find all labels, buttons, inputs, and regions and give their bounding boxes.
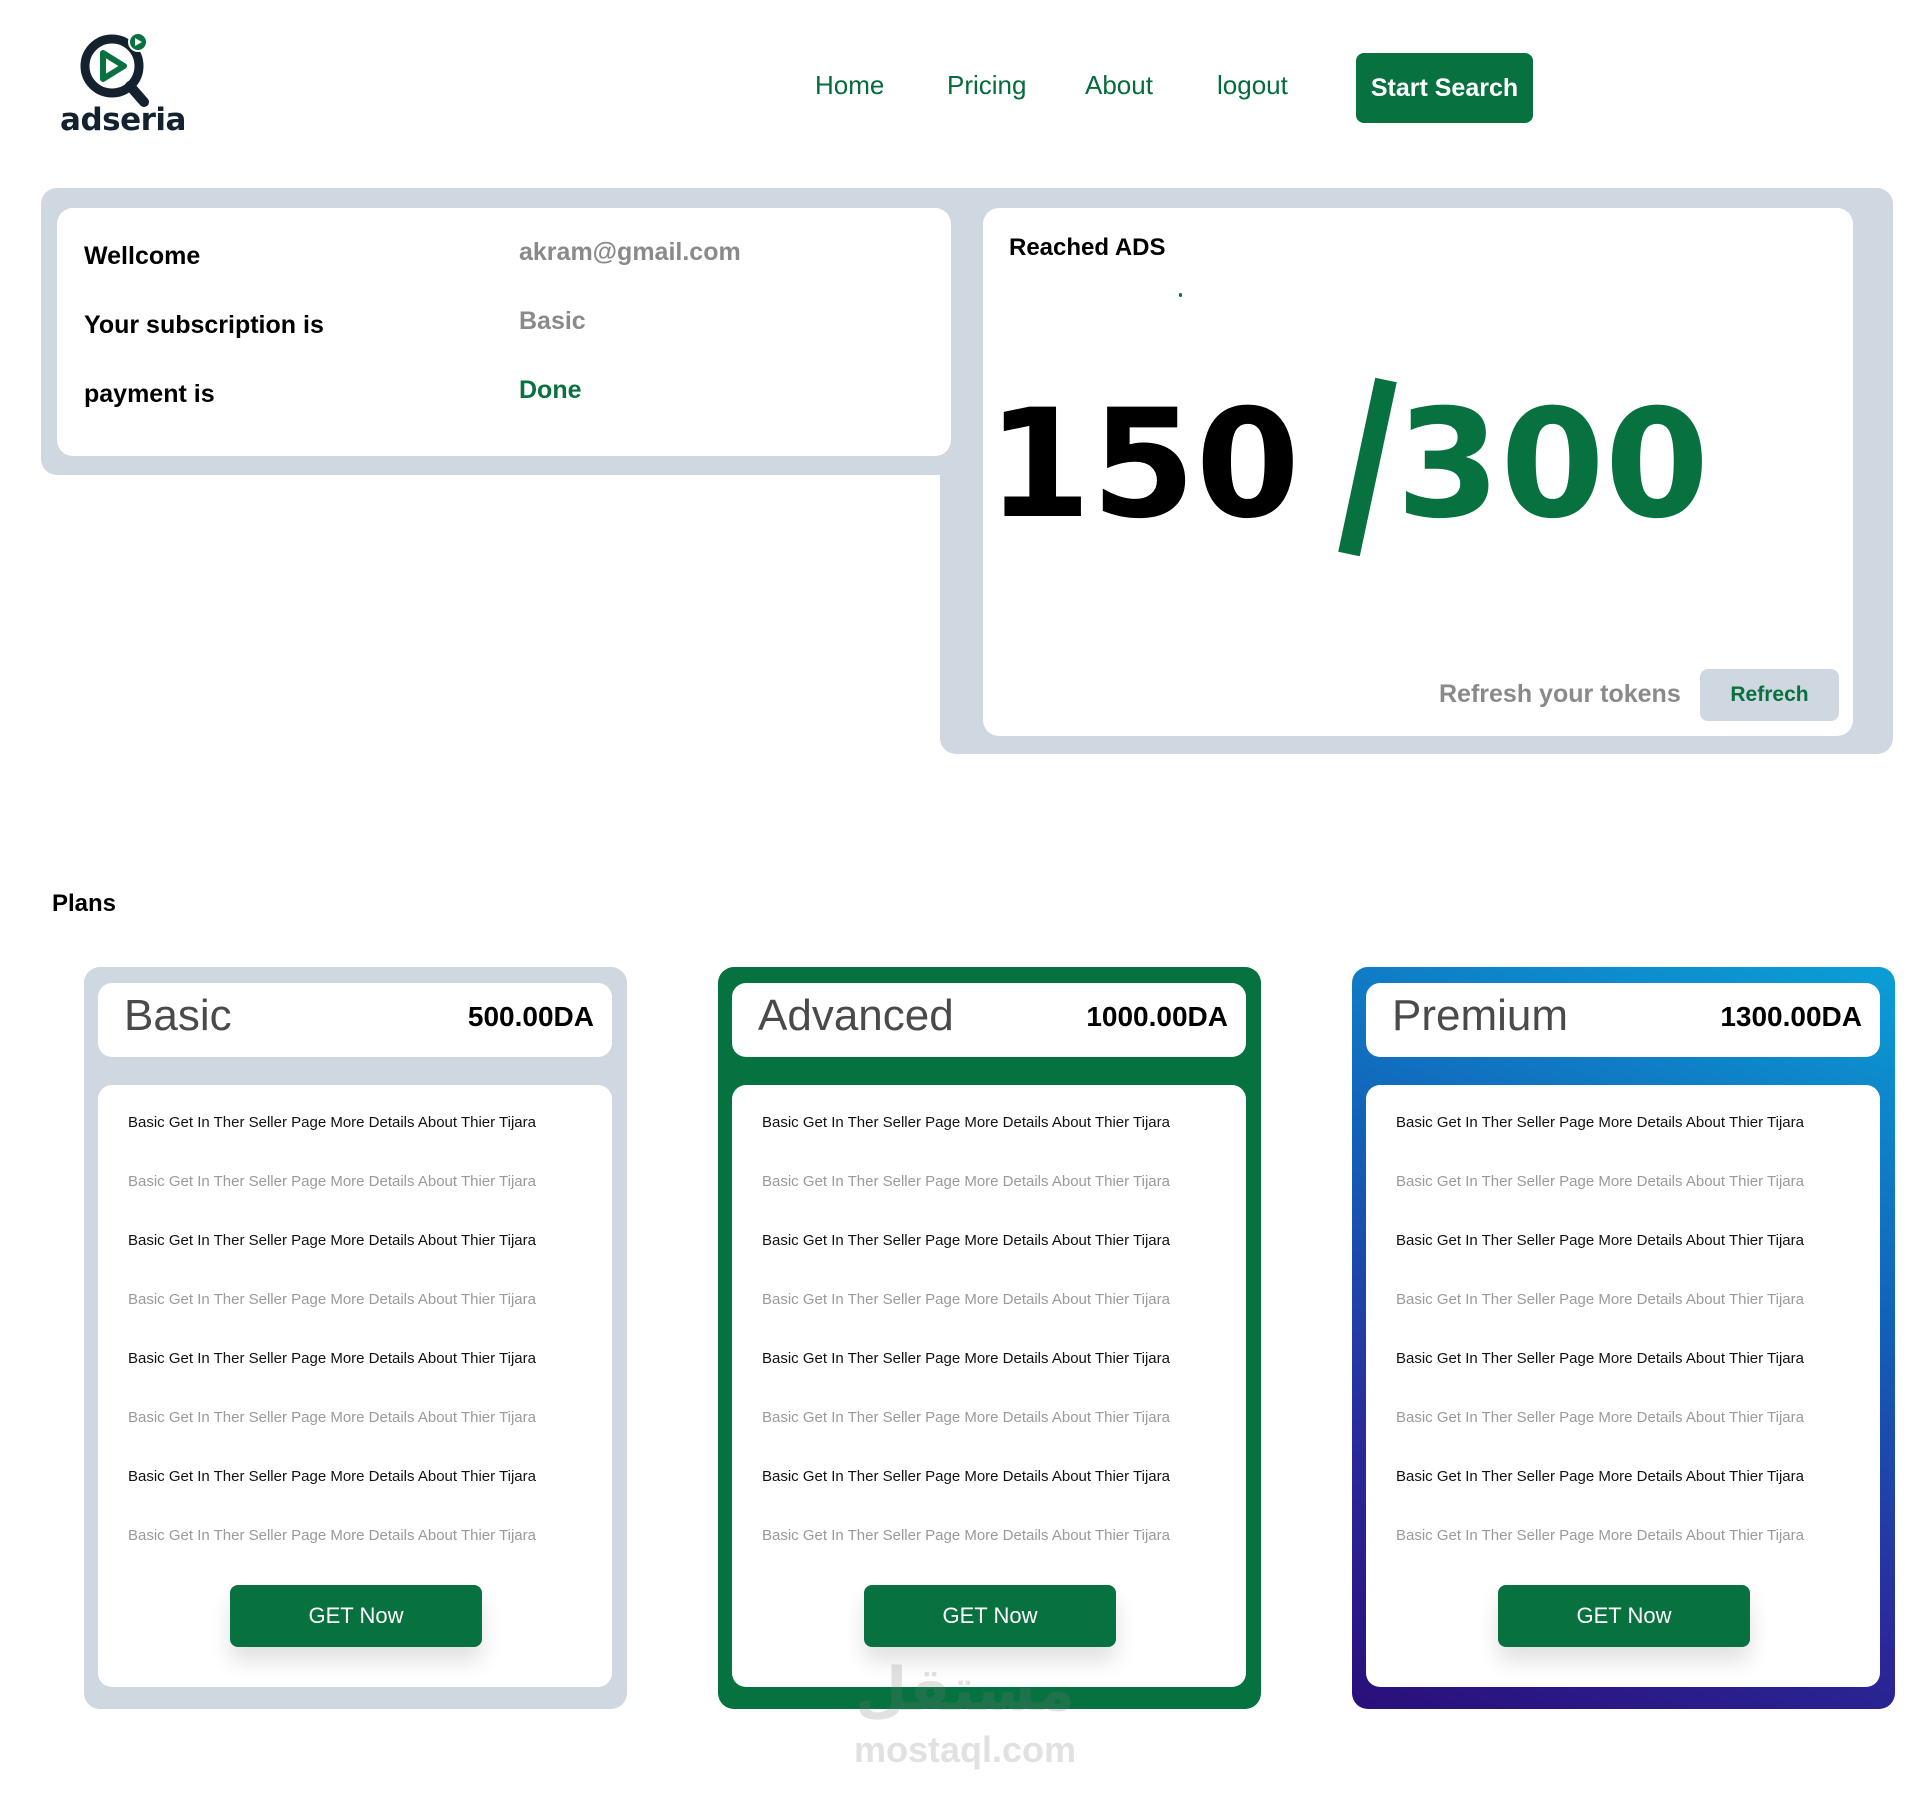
nav-pricing-link[interactable]: Pricing <box>947 70 1026 101</box>
get-now-button-premium[interactable]: GET Now <box>1498 1585 1750 1647</box>
plan-body: Basic Get In Ther Seller Page More Detai… <box>732 1085 1246 1687</box>
plan-name: Premium <box>1392 991 1569 1040</box>
nav-logout-link[interactable]: logout <box>1217 70 1288 101</box>
feature-item: Basic Get In Ther Seller Page More Detai… <box>1396 1527 1804 1544</box>
plan-price: 500.00DA <box>467 1001 594 1032</box>
feature-item: Basic Get In Ther Seller Page More Detai… <box>1396 1232 1804 1249</box>
feature-item: Basic Get In Ther Seller Page More Detai… <box>762 1232 1170 1249</box>
watermark: مستقل mostaql.com <box>840 1655 1090 1775</box>
feature-item: Basic Get In Ther Seller Page More Detai… <box>128 1232 536 1249</box>
ads-counter: 150 300 <box>987 377 1709 556</box>
ads-separator-slash <box>1338 377 1397 556</box>
feature-item: Basic Get In Ther Seller Page More Detai… <box>128 1468 536 1485</box>
nav-about-link[interactable]: About <box>1085 70 1153 101</box>
feature-item: Basic Get In Ther Seller Page More Detai… <box>1396 1350 1804 1367</box>
feature-list: Basic Get In Ther Seller Page More Detai… <box>1396 1111 1826 1583</box>
nav-home-link[interactable]: Home <box>815 70 884 101</box>
reached-ads-card: Reached ADS 150 300 Refresh your tokens … <box>983 208 1853 736</box>
feature-item: Basic Get In Ther Seller Page More Detai… <box>762 1468 1170 1485</box>
start-search-button[interactable]: Start Search <box>1356 53 1533 123</box>
get-now-button-advanced[interactable]: GET Now <box>864 1585 1116 1647</box>
payment-status: Done <box>519 376 582 404</box>
feature-item: Basic Get In Ther Seller Page More Detai… <box>128 1291 536 1308</box>
refresh-tokens-label: Refresh your tokens <box>1439 680 1681 708</box>
feature-item: Basic Get In Ther Seller Page More Detai… <box>1396 1468 1804 1485</box>
get-now-button-basic[interactable]: GET Now <box>230 1585 482 1647</box>
feature-item: Basic Get In Ther Seller Page More Detai… <box>128 1173 536 1190</box>
plan-card-premium: Premium 1300.00DA Basic Get In Ther Sell… <box>1352 967 1895 1709</box>
plan-name: Basic <box>124 991 232 1040</box>
plan-name: Advanced <box>758 991 954 1040</box>
account-info-card: Wellcome akram@gmail.com Your subscripti… <box>57 208 951 456</box>
plans-heading: Plans <box>52 890 117 917</box>
feature-item: Basic Get In Ther Seller Page More Detai… <box>128 1350 536 1367</box>
plan-body: Basic Get In Ther Seller Page More Detai… <box>1366 1085 1880 1687</box>
main-nav: Home Pricing About logout Start Search <box>0 53 1920 123</box>
watermark-arabic: مستقل <box>855 1655 1075 1725</box>
reached-ads-title: Reached ADS <box>1009 234 1166 261</box>
plan-card-advanced: Advanced 1000.00DA Basic Get In Ther Sel… <box>718 967 1261 1709</box>
feature-item: Basic Get In Ther Seller Page More Detai… <box>762 1409 1170 1426</box>
plan-header: Advanced 1000.00DA <box>732 983 1246 1057</box>
refresh-button[interactable]: Refrech <box>1700 669 1839 721</box>
plan-price: 1300.00DA <box>1720 1001 1862 1032</box>
plan-card-basic: Basic 500.00DA Basic Get In Ther Seller … <box>84 967 627 1709</box>
subscription-label: Your subscription is <box>84 311 324 339</box>
feature-item: Basic Get In Ther Seller Page More Detai… <box>762 1114 1170 1131</box>
feature-list: Basic Get In Ther Seller Page More Detai… <box>762 1111 1192 1583</box>
feature-item: Basic Get In Ther Seller Page More Detai… <box>1396 1114 1804 1131</box>
subscription-value: Basic <box>519 307 586 335</box>
feature-list: Basic Get In Ther Seller Page More Detai… <box>128 1111 558 1583</box>
plan-header: Basic 500.00DA <box>98 983 612 1057</box>
feature-item: Basic Get In Ther Seller Page More Detai… <box>128 1527 536 1544</box>
ads-reached-value: 150 <box>987 378 1300 552</box>
decorative-dot <box>1179 293 1182 297</box>
feature-item: Basic Get In Ther Seller Page More Detai… <box>762 1527 1170 1544</box>
user-email: akram@gmail.com <box>519 238 741 266</box>
ads-total-value: 300 <box>1396 378 1709 552</box>
feature-item: Basic Get In Ther Seller Page More Detai… <box>1396 1173 1804 1190</box>
plan-body: Basic Get In Ther Seller Page More Detai… <box>98 1085 612 1687</box>
payment-label: payment is <box>84 380 215 408</box>
feature-item: Basic Get In Ther Seller Page More Detai… <box>762 1350 1170 1367</box>
welcome-label: Wellcome <box>84 242 201 270</box>
plan-price: 1000.00DA <box>1086 1001 1228 1032</box>
feature-item: Basic Get In Ther Seller Page More Detai… <box>1396 1291 1804 1308</box>
feature-item: Basic Get In Ther Seller Page More Detai… <box>762 1291 1170 1308</box>
feature-item: Basic Get In Ther Seller Page More Detai… <box>762 1173 1170 1190</box>
feature-item: Basic Get In Ther Seller Page More Detai… <box>128 1114 536 1131</box>
plan-header: Premium 1300.00DA <box>1366 983 1880 1057</box>
watermark-latin: mostaql.com <box>853 1729 1077 1770</box>
feature-item: Basic Get In Ther Seller Page More Detai… <box>1396 1409 1804 1426</box>
feature-item: Basic Get In Ther Seller Page More Detai… <box>128 1409 536 1426</box>
